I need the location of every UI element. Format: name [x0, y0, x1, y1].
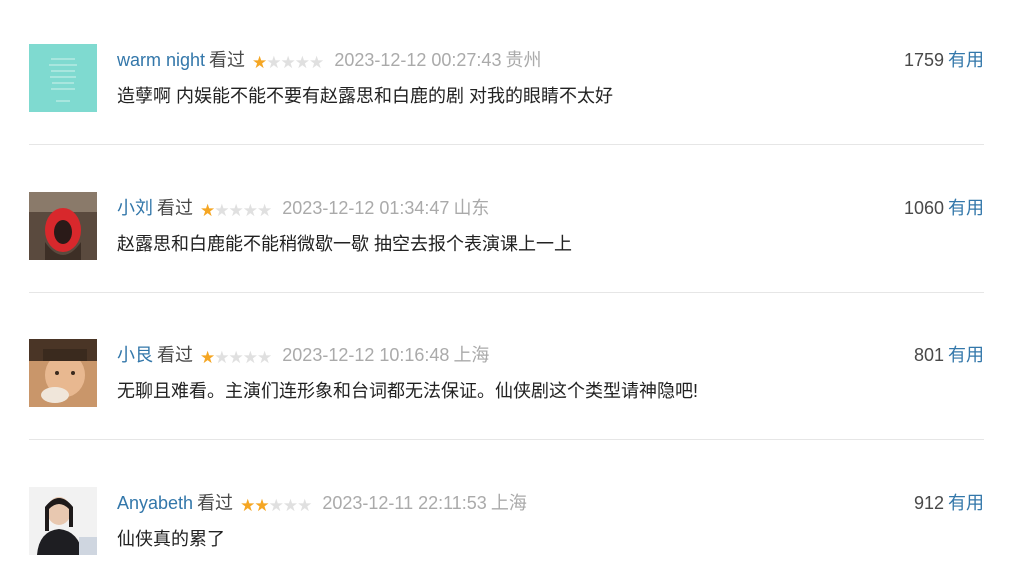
vote-area: 1060 有用 — [904, 196, 984, 220]
star-empty-icon: ★ — [228, 201, 244, 220]
comment-time: 2023-12-11 22:11:53 — [322, 493, 487, 513]
star-empty-icon: ★ — [294, 53, 310, 72]
username-link[interactable]: Anyabeth — [117, 493, 193, 513]
star-empty-icon: ★ — [297, 496, 312, 515]
comment-time: 2023-12-12 10:16:48 — [282, 345, 450, 365]
comment-location: 贵州 — [505, 50, 542, 70]
comment-item: Anyabeth 看过 ★★★★★ 2023-12-11 22:11:53 上海 9… — [29, 487, 984, 557]
star-filled-icon: ★ — [200, 348, 215, 367]
useful-button[interactable]: 有用 — [948, 493, 984, 513]
vote-count: 801 — [913, 345, 944, 365]
vote-area: 801 有用 — [914, 343, 984, 367]
useful-button[interactable]: 有用 — [948, 345, 984, 365]
avatar[interactable] — [29, 487, 97, 555]
comment-text: 无聊且难看。主演们连形象和台词都无法保证。仙侠剧这个类型请神隐吧! — [117, 381, 698, 401]
comment-item: 小刘 看过 ★★★★★ 2023-12-12 01:34:47 山东 1060 有用 … — [29, 192, 984, 262]
comment-text: 仙侠真的累了 — [117, 529, 225, 549]
star-empty-icon: ★ — [266, 53, 281, 72]
rating-stars: ★★★★★ — [200, 345, 272, 370]
avatar[interactable] — [29, 44, 97, 112]
username-link[interactable]: warm night — [117, 50, 205, 70]
divider — [29, 439, 984, 440]
comment-item: warm night 看过 ★★★★★ 2023-12-12 00:27:43 贵州… — [29, 44, 984, 114]
comment-text: 造孽啊 内娱能不能不要有赵露思和白鹿的剧 对我的眼睛不太好 — [117, 86, 613, 106]
vote-count: 1759 — [903, 50, 944, 70]
rating-stars: ★★★★★ — [200, 198, 272, 223]
star-filled-icon: ★ — [252, 53, 267, 72]
star-empty-icon: ★ — [257, 201, 272, 220]
vote-area: 1759 有用 — [904, 48, 984, 72]
star-empty-icon: ★ — [242, 201, 258, 220]
star-empty-icon: ★ — [228, 348, 244, 367]
vote-count: 1060 — [903, 198, 944, 218]
star-filled-icon: ★ — [200, 201, 215, 220]
comment-item: 小艮 看过 ★★★★★ 2023-12-12 10:16:48 上海 801 有用 无… — [29, 339, 984, 409]
username-link[interactable]: 小刘 — [117, 198, 153, 218]
star-empty-icon: ★ — [309, 53, 324, 72]
star-empty-icon: ★ — [280, 53, 296, 72]
vote-area: 912 有用 — [914, 491, 984, 515]
comment-meta: warm night 看过 ★★★★★ 2023-12-12 00:27:43 贵州 — [117, 48, 541, 75]
watch-status: 看过 — [197, 493, 234, 513]
useful-button[interactable]: 有用 — [948, 50, 984, 70]
vote-count: 912 — [913, 493, 944, 513]
star-empty-icon: ★ — [282, 496, 298, 515]
rating-stars: ★★★★★ — [240, 493, 312, 518]
star-empty-icon: ★ — [214, 348, 229, 367]
comment-location: 上海 — [453, 345, 490, 365]
useful-button[interactable]: 有用 — [948, 198, 984, 218]
divider — [29, 292, 984, 293]
watch-status: 看过 — [157, 345, 193, 365]
username-link[interactable]: 小艮 — [117, 345, 153, 365]
watch-status: 看过 — [209, 50, 246, 70]
divider — [29, 144, 984, 145]
comment-meta: 小艮 看过 ★★★★★ 2023-12-12 10:16:48 上海 — [117, 343, 489, 370]
comment-text: 赵露思和白鹿能不能稍微歇一歇 抽空去报个表演课上一上 — [117, 234, 572, 254]
comment-location: 山东 — [453, 198, 490, 218]
comment-meta: 小刘 看过 ★★★★★ 2023-12-12 01:34:47 山东 — [117, 196, 489, 223]
avatar[interactable] — [29, 192, 97, 260]
star-filled-icon: ★ — [254, 496, 269, 515]
star-empty-icon: ★ — [214, 201, 229, 220]
comment-time: 2023-12-12 01:34:47 — [282, 198, 450, 218]
comment-meta: Anyabeth 看过 ★★★★★ 2023-12-11 22:11:53 上海 — [117, 491, 527, 518]
avatar[interactable] — [29, 339, 97, 407]
comment-location: 上海 — [490, 493, 527, 513]
star-filled-icon: ★ — [240, 496, 255, 515]
watch-status: 看过 — [157, 198, 193, 218]
rating-stars: ★★★★★ — [252, 50, 324, 75]
star-empty-icon: ★ — [268, 496, 284, 515]
star-empty-icon: ★ — [242, 348, 258, 367]
comment-time: 2023-12-12 00:27:43 — [334, 50, 502, 70]
star-empty-icon: ★ — [257, 348, 272, 367]
